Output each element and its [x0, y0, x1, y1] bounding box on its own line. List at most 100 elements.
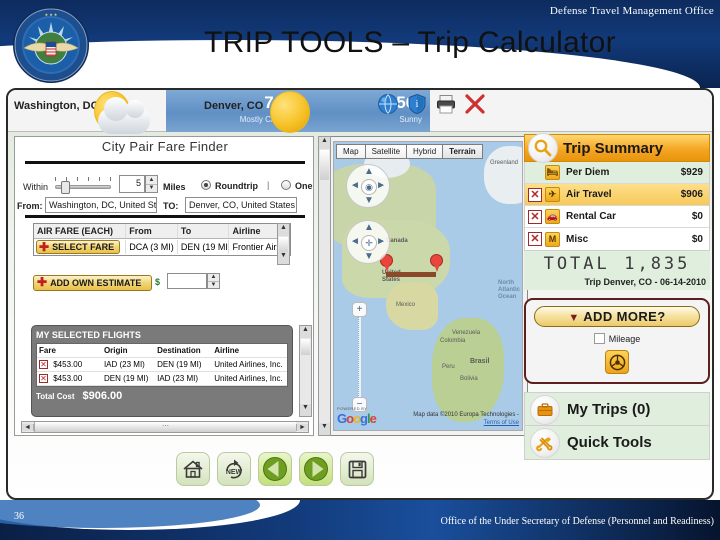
- scroll-down-arrow[interactable]: ▼: [300, 404, 311, 416]
- save-button[interactable]: [340, 452, 374, 486]
- col-destination: Destination: [157, 346, 201, 355]
- select-fare-label: SELECT FARE: [52, 242, 115, 252]
- map-tab-terrain[interactable]: Terrain: [442, 144, 483, 159]
- scroll-thumb[interactable]: ⋯: [34, 422, 296, 432]
- estimate-stepper-down[interactable]: ▼: [208, 282, 219, 289]
- estimate-input[interactable]: [167, 273, 207, 289]
- fare-finder-title: City Pair Fare Finder: [101, 139, 229, 154]
- remove-item-button[interactable]: ✕: [528, 187, 542, 202]
- map-label-mexico: Mexico: [396, 302, 416, 308]
- oneway-radio[interactable]: [281, 180, 291, 190]
- terms-of-use-link[interactable]: Terms of Use: [484, 420, 519, 426]
- pan-up-icon[interactable]: ▲: [364, 166, 374, 177]
- map-marker-destination[interactable]: [430, 254, 443, 272]
- zoom-slider-track[interactable]: [358, 312, 361, 402]
- quick-tools-label: Quick Tools: [567, 434, 652, 451]
- mileage-option[interactable]: Mileage: [534, 333, 700, 344]
- pan-up-icon[interactable]: ▲: [364, 222, 374, 233]
- home-button[interactable]: [176, 452, 210, 486]
- fare-row-to: DEN (19 MI): [176, 240, 228, 254]
- quick-tools-button[interactable]: Quick Tools: [524, 426, 710, 460]
- scroll-thumb[interactable]: [301, 339, 310, 355]
- map-attribution: Map data ©2010 Europa Technologies - Ter…: [413, 411, 519, 427]
- trip-summary-item-perdiem[interactable]: 🛏 Per Diem $929: [525, 162, 709, 184]
- close-x-icon[interactable]: [464, 93, 486, 115]
- scroll-left-arrow[interactable]: ◄: [22, 423, 34, 431]
- pan-left-icon[interactable]: ◄: [350, 180, 360, 191]
- miles-stepper[interactable]: ▲ ▼: [145, 175, 158, 193]
- miles-stepper-down[interactable]: ▼: [146, 185, 157, 193]
- map-tab-map[interactable]: Map: [336, 144, 366, 159]
- pan-left-icon[interactable]: ◄: [350, 236, 360, 247]
- my-trips-button[interactable]: My Trips (0): [524, 392, 710, 426]
- fare-result-row[interactable]: ✚ SELECT FARE DCA (3 MI) DEN (19 MI) Fro…: [34, 239, 290, 255]
- to-input[interactable]: Denver, CO, United States: [185, 197, 297, 213]
- map-tab-satellite[interactable]: Satellite: [364, 144, 408, 159]
- trip-summary-item-airtravel[interactable]: ✕ ✈ Air Travel $906: [525, 184, 709, 206]
- roundtrip-radio[interactable]: [201, 180, 211, 190]
- total-cost-label: Total Cost: [36, 391, 75, 401]
- table-row[interactable]: ✕ $453.00 DEN (19 MI) IAD (23 MI) United…: [37, 372, 287, 386]
- plus-icon: ✚: [37, 275, 48, 289]
- total-cost-value: $906.00: [82, 390, 123, 402]
- miles-stepper-up[interactable]: ▲: [146, 176, 157, 185]
- remove-item-button[interactable]: ✕: [528, 232, 542, 246]
- organization-label: Defense Travel Management Office: [549, 5, 714, 17]
- add-own-estimate-button[interactable]: ✚ ADD OWN ESTIMATE: [33, 274, 153, 291]
- pan-down-icon[interactable]: ▼: [364, 195, 374, 206]
- remove-flight-button[interactable]: ✕: [39, 374, 48, 383]
- info-shield-icon[interactable]: i: [406, 93, 428, 115]
- flights-scrollbar[interactable]: ▲ ▼: [299, 325, 312, 417]
- map-tab-hybrid[interactable]: Hybrid: [406, 144, 444, 159]
- scroll-thumb[interactable]: [279, 237, 288, 253]
- pan-right-icon[interactable]: ►: [376, 180, 386, 191]
- map-container: Canada United States Mexico Greenland Ve…: [328, 136, 528, 436]
- select-fare-button[interactable]: ✚ SELECT FARE: [36, 240, 121, 254]
- scroll-up-arrow[interactable]: ▲: [278, 224, 289, 236]
- globe-icon[interactable]: [377, 93, 399, 115]
- col-origin: Origin: [103, 346, 128, 355]
- trip-summary-total: TOTAL 1,835: [524, 251, 710, 276]
- scroll-up-arrow[interactable]: ▲: [319, 137, 330, 149]
- google-logo: POWERED BY Google: [337, 406, 377, 426]
- from-input[interactable]: Washington, DC, United States: [45, 197, 157, 213]
- steering-wheel-icon[interactable]: [605, 350, 629, 374]
- fare-results-header: AIR FARE (EACH) From To Airline: [34, 224, 290, 239]
- google-map[interactable]: Canada United States Mexico Greenland Ve…: [333, 141, 523, 431]
- trip-summary-item-rentalcar[interactable]: ✕ 🚗 Rental Car $0: [525, 206, 709, 228]
- pan-right-icon[interactable]: ►: [376, 236, 386, 247]
- scroll-up-arrow[interactable]: ▲: [300, 326, 311, 338]
- scroll-right-arrow[interactable]: ►: [296, 423, 308, 431]
- estimate-stepper[interactable]: ▲ ▼: [207, 273, 220, 289]
- remove-item-button[interactable]: ✕: [528, 209, 542, 224]
- new-button[interactable]: NEW: [217, 452, 251, 486]
- scroll-down-arrow[interactable]: ▼: [278, 252, 289, 264]
- compass-icon[interactable]: ✛: [361, 235, 377, 251]
- map-zoom-slider[interactable]: + −: [352, 302, 367, 412]
- map-pan-control-bottom[interactable]: ▲ ▼ ◄ ► ✛: [346, 220, 390, 264]
- item-amount: $929: [680, 167, 703, 178]
- mileage-checkbox[interactable]: [593, 333, 605, 344]
- printer-icon[interactable]: [435, 93, 457, 115]
- map-pan-control-top[interactable]: ▲ ▼ ◄ ► ◉: [346, 164, 390, 208]
- fare-results-scrollbar[interactable]: ▲ ▼: [277, 223, 290, 265]
- scroll-down-arrow[interactable]: ▼: [319, 423, 330, 435]
- estimate-stepper-up[interactable]: ▲: [208, 274, 219, 282]
- panel-horizontal-scrollbar[interactable]: ◄ ⋯ ►: [21, 421, 309, 433]
- miles-input[interactable]: 5: [119, 175, 145, 193]
- trip-destination-date: Trip Denver, CO - 06-14-2010: [524, 276, 710, 290]
- remove-flight-button[interactable]: ✕: [39, 360, 48, 369]
- forward-arrow-icon: [304, 457, 328, 481]
- scroll-thumb[interactable]: [320, 150, 329, 180]
- table-row[interactable]: ✕ $453.00 IAD (23 MI) DEN (19 MI) United…: [37, 358, 287, 372]
- zoom-in-button[interactable]: +: [352, 302, 367, 317]
- tools-icon: [530, 428, 560, 458]
- pan-down-icon[interactable]: ▼: [364, 251, 374, 262]
- add-more-button[interactable]: ▼ ADD MORE?: [534, 306, 700, 327]
- forward-button[interactable]: [299, 452, 333, 486]
- map-panel-scrollbar[interactable]: ▲ ▼: [318, 136, 331, 436]
- back-button[interactable]: [258, 452, 292, 486]
- radius-slider-thumb[interactable]: [61, 181, 70, 194]
- eye-icon[interactable]: ◉: [361, 179, 377, 195]
- trip-summary-item-misc[interactable]: ✕ M Misc $0: [525, 228, 709, 250]
